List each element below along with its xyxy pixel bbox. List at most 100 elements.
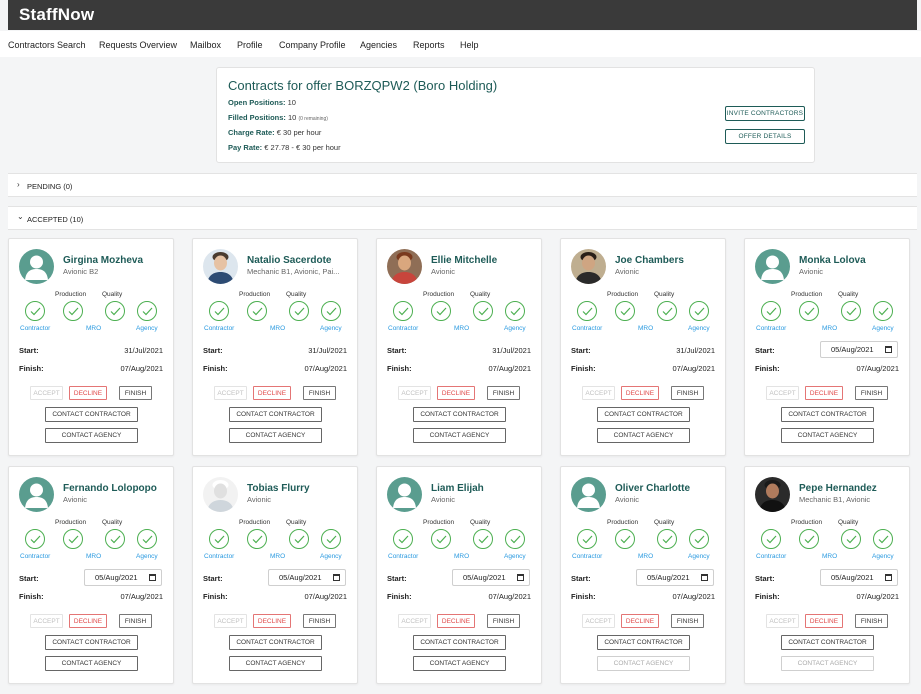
finish-button[interactable]: FINISH [671, 614, 704, 628]
calendar-icon[interactable] [885, 346, 892, 353]
contact-contractor-button[interactable]: CONTACT CONTRACTOR [229, 635, 322, 650]
agency-check-icon[interactable] [321, 529, 341, 549]
contractor-name[interactable]: Joe Chambers [615, 255, 684, 266]
calendar-icon[interactable] [701, 574, 708, 581]
accept-button[interactable]: ACCEPT [30, 386, 63, 400]
decline-button[interactable]: DECLINE [69, 386, 107, 400]
quality-check-icon[interactable] [105, 301, 125, 321]
nav-agencies[interactable]: Agencies [360, 40, 397, 50]
decline-button[interactable]: DECLINE [805, 614, 843, 628]
contact-contractor-button[interactable]: CONTACT CONTRACTOR [413, 407, 506, 422]
finish-button[interactable]: FINISH [855, 614, 888, 628]
agency-check-icon[interactable] [505, 529, 525, 549]
contact-contractor-button[interactable]: CONTACT CONTRACTOR [597, 407, 690, 422]
contractor-name[interactable]: Pepe Hernandez [799, 483, 877, 494]
contact-agency-button[interactable]: CONTACT AGENCY [229, 428, 322, 443]
agency-check-icon[interactable] [873, 529, 893, 549]
accept-button[interactable]: ACCEPT [30, 614, 63, 628]
quality-check-icon[interactable] [105, 529, 125, 549]
decline-button[interactable]: DECLINE [253, 614, 291, 628]
contact-agency-button[interactable]: CONTACT AGENCY [229, 656, 322, 671]
finish-button[interactable]: FINISH [487, 386, 520, 400]
contractor-name[interactable]: Oliver Charlotte [615, 483, 690, 494]
start-date-input[interactable]: 05/Aug/2021 [820, 569, 898, 586]
production-check-icon[interactable] [615, 301, 635, 321]
quality-check-icon[interactable] [841, 301, 861, 321]
production-check-icon[interactable] [247, 301, 267, 321]
quality-check-icon[interactable] [657, 301, 677, 321]
quality-check-icon[interactable] [289, 529, 309, 549]
contact-agency-button[interactable]: CONTACT AGENCY [45, 656, 138, 671]
quality-check-icon[interactable] [473, 301, 493, 321]
accept-button[interactable]: ACCEPT [582, 614, 615, 628]
contractor-check-icon[interactable] [25, 529, 45, 549]
contractor-check-icon[interactable] [393, 529, 413, 549]
finish-button[interactable]: FINISH [303, 614, 336, 628]
decline-button[interactable]: DECLINE [437, 614, 475, 628]
agency-check-icon[interactable] [873, 301, 893, 321]
accept-button[interactable]: ACCEPT [766, 386, 799, 400]
calendar-icon[interactable] [885, 574, 892, 581]
decline-button[interactable]: DECLINE [621, 386, 659, 400]
contractor-name[interactable]: Liam Elijah [431, 483, 484, 494]
contact-contractor-button[interactable]: CONTACT CONTRACTOR [45, 407, 138, 422]
calendar-icon[interactable] [333, 574, 340, 581]
nav-help[interactable]: Help [460, 40, 479, 50]
decline-button[interactable]: DECLINE [437, 386, 475, 400]
contact-contractor-button[interactable]: CONTACT CONTRACTOR [597, 635, 690, 650]
nav-mailbox[interactable]: Mailbox [190, 40, 221, 50]
contractor-name[interactable]: Fernando Lolopopo [63, 483, 157, 494]
quality-check-icon[interactable] [473, 529, 493, 549]
decline-button[interactable]: DECLINE [621, 614, 659, 628]
contact-agency-button[interactable]: CONTACT AGENCY [413, 656, 506, 671]
quality-check-icon[interactable] [657, 529, 677, 549]
agency-check-icon[interactable] [321, 301, 341, 321]
start-date-input[interactable]: 05/Aug/2021 [820, 341, 898, 358]
contractor-check-icon[interactable] [761, 301, 781, 321]
nav-requests-overview[interactable]: Requests Overview [99, 40, 177, 50]
offer-details-button[interactable]: OFFER DETAILS [725, 129, 805, 144]
contact-contractor-button[interactable]: CONTACT CONTRACTOR [45, 635, 138, 650]
calendar-icon[interactable] [517, 574, 524, 581]
agency-check-icon[interactable] [689, 529, 709, 549]
production-check-icon[interactable] [799, 529, 819, 549]
contact-agency-button[interactable]: CONTACT AGENCY [413, 428, 506, 443]
decline-button[interactable]: DECLINE [69, 614, 107, 628]
finish-button[interactable]: FINISH [303, 386, 336, 400]
start-date-input[interactable]: 05/Aug/2021 [636, 569, 714, 586]
contractor-check-icon[interactable] [577, 529, 597, 549]
production-check-icon[interactable] [63, 529, 83, 549]
production-check-icon[interactable] [63, 301, 83, 321]
agency-check-icon[interactable] [505, 301, 525, 321]
contact-contractor-button[interactable]: CONTACT CONTRACTOR [413, 635, 506, 650]
contact-contractor-button[interactable]: CONTACT CONTRACTOR [229, 407, 322, 422]
agency-check-icon[interactable] [137, 529, 157, 549]
contractor-check-icon[interactable] [209, 301, 229, 321]
contact-agency-button[interactable]: CONTACT AGENCY [781, 428, 874, 443]
finish-button[interactable]: FINISH [487, 614, 520, 628]
accept-button[interactable]: ACCEPT [398, 614, 431, 628]
pending-section-toggle[interactable]: › PENDING (0) [8, 173, 917, 197]
staffnow-logo[interactable]: StaffNow [19, 5, 94, 25]
contractor-name[interactable]: Natalio Sacerdote [247, 255, 331, 266]
accept-button[interactable]: ACCEPT [214, 614, 247, 628]
production-check-icon[interactable] [431, 529, 451, 549]
decline-button[interactable]: DECLINE [805, 386, 843, 400]
accept-button[interactable]: ACCEPT [214, 386, 247, 400]
finish-button[interactable]: FINISH [119, 386, 152, 400]
production-check-icon[interactable] [799, 301, 819, 321]
production-check-icon[interactable] [247, 529, 267, 549]
nav-reports[interactable]: Reports [413, 40, 445, 50]
contact-agency-button[interactable]: CONTACT AGENCY [597, 428, 690, 443]
accepted-section-toggle[interactable]: ⌄ ACCEPTED (10) [8, 206, 917, 230]
nav-profile[interactable]: Profile [237, 40, 263, 50]
start-date-input[interactable]: 05/Aug/2021 [268, 569, 346, 586]
quality-check-icon[interactable] [289, 301, 309, 321]
accept-button[interactable]: ACCEPT [398, 386, 431, 400]
decline-button[interactable]: DECLINE [253, 386, 291, 400]
contractor-check-icon[interactable] [761, 529, 781, 549]
calendar-icon[interactable] [149, 574, 156, 581]
contractor-check-icon[interactable] [393, 301, 413, 321]
contact-agency-button[interactable]: CONTACT AGENCY [45, 428, 138, 443]
agency-check-icon[interactable] [137, 301, 157, 321]
